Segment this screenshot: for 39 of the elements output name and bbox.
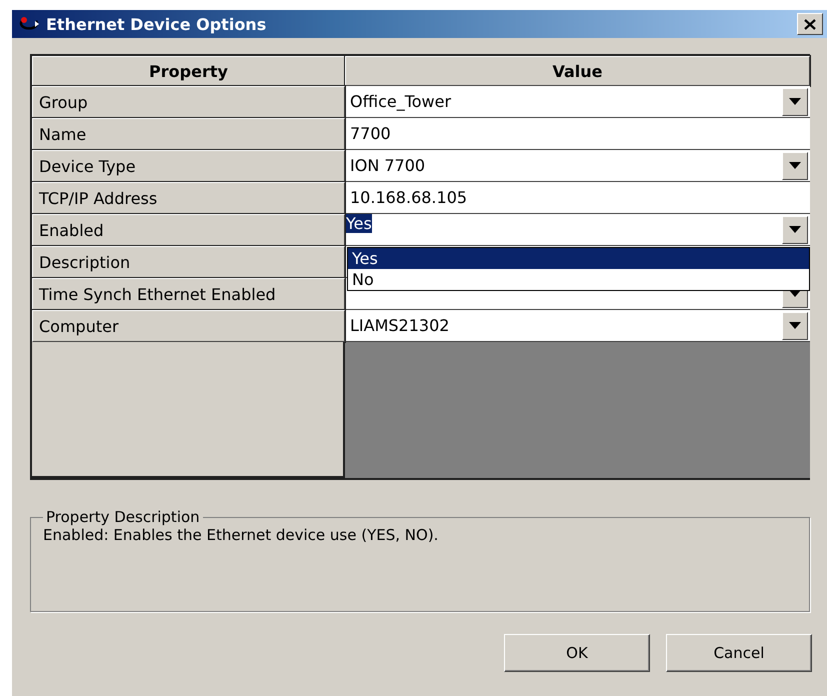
close-icon <box>804 18 816 30</box>
value-text: LIAMS21302 <box>350 316 450 335</box>
value-dropdown[interactable]: LIAMS21302 <box>345 310 810 342</box>
caret-icon <box>789 98 801 105</box>
value-text: Office_Tower <box>350 92 452 111</box>
property-cell: Time Synch Ethernet Enabled <box>32 278 345 310</box>
property-cell: Computer <box>32 310 345 342</box>
property-cell: Description <box>32 246 345 278</box>
description-text: Enabled: Enables the Ethernet device use (YES, NO). <box>43 526 440 544</box>
value-field[interactable]: 7700 <box>345 118 810 150</box>
column-header: Property <box>32 56 345 86</box>
value-field[interactable]: 10.168.68.105 <box>345 182 810 214</box>
close-button[interactable] <box>797 13 823 35</box>
property-cell: Device Type <box>32 150 345 182</box>
value-dropdown[interactable]: ION 7700 <box>345 150 810 182</box>
value-text: 7700 <box>350 124 391 143</box>
caret-icon <box>789 226 801 233</box>
dropdown-button[interactable] <box>782 152 808 180</box>
dropdown-option[interactable]: Yes <box>348 248 809 269</box>
value-text: 10.168.68.105 <box>350 188 468 207</box>
cancel-button[interactable]: Cancel <box>666 634 812 672</box>
caret-icon <box>789 322 801 329</box>
app-icon <box>18 16 40 32</box>
window-title: Ethernet Device Options <box>46 14 268 34</box>
value-dropdown[interactable]: Office_Tower <box>345 86 810 118</box>
value-text: ION 7700 <box>350 156 426 175</box>
dropdown-button[interactable] <box>782 216 808 244</box>
property-cell: TCP/IP Address <box>32 182 345 214</box>
value-text: Yes <box>346 214 372 233</box>
value-dropdown[interactable]: Yes <box>345 214 810 246</box>
property-cell: Enabled <box>32 214 345 246</box>
property-cell: Group <box>32 86 345 118</box>
group-title: Property Description <box>45 508 201 526</box>
caret-icon <box>789 162 801 169</box>
column-header: Value <box>345 56 810 86</box>
ok-button[interactable]: OK <box>504 634 650 672</box>
property-cell: Name <box>32 118 345 150</box>
dropdown-button[interactable] <box>782 88 808 116</box>
dropdown-button[interactable] <box>782 312 808 340</box>
